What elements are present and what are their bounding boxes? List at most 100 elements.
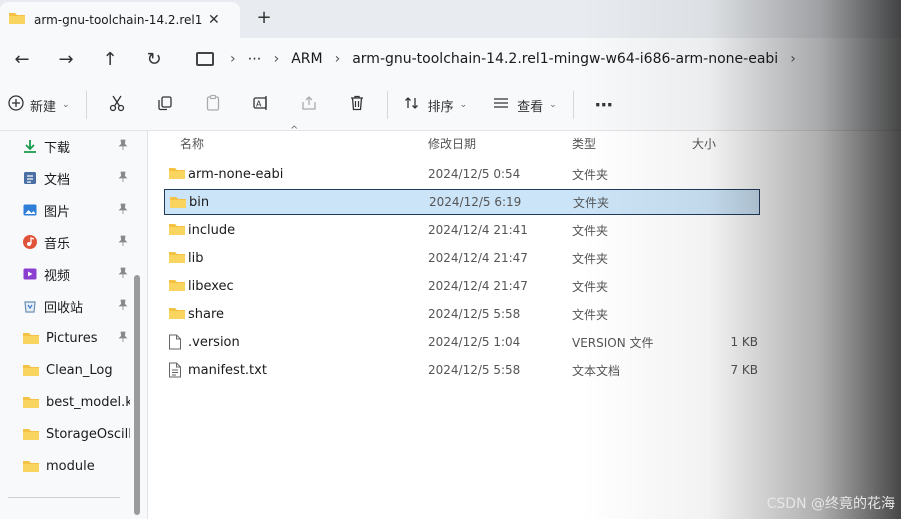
up-button[interactable]: ↑ xyxy=(88,43,132,75)
delete-button[interactable] xyxy=(333,88,381,122)
folder-icon xyxy=(8,11,26,29)
command-bar: 新建 ⌄ A 排序 ⌄ 查看 ⌄ ⋯ xyxy=(0,80,901,131)
text-file-icon xyxy=(168,362,182,382)
sidebar-item-clean-log[interactable]: Clean_Log xyxy=(22,355,134,385)
sidebar-item--[interactable]: 回收站 xyxy=(22,291,134,321)
file-date: 2024/12/4 21:47 xyxy=(428,279,528,293)
divider xyxy=(386,91,388,119)
pin-icon xyxy=(118,299,128,314)
file-date: 2024/12/5 0:54 xyxy=(428,167,521,181)
sidebar-item-label: 回收站 xyxy=(44,300,84,316)
file-size: 1 KB xyxy=(730,335,758,349)
file-row[interactable]: libexec 2024/12/4 21:47 文件夹 xyxy=(162,273,762,299)
file-row[interactable]: include 2024/12/4 21:41 文件夹 xyxy=(162,217,762,243)
chevron-right-icon[interactable]: › xyxy=(333,51,343,67)
file-row[interactable]: bin 2024/12/5 6:19 文件夹 xyxy=(164,189,760,215)
sidebar-item--[interactable]: 视频 xyxy=(22,259,134,289)
sidebar-item-label: StorageOscillo xyxy=(46,426,130,442)
sidebar-scrollbar[interactable] xyxy=(134,275,140,515)
divider xyxy=(572,91,574,119)
sidebar-item--[interactable]: 音乐 xyxy=(22,227,134,257)
file-size: 7 KB xyxy=(730,363,758,377)
file-icon xyxy=(168,334,182,354)
file-name: share xyxy=(188,306,225,322)
file-type: 文件夹 xyxy=(572,251,609,266)
chevron-down-icon: ⌄ xyxy=(549,100,557,110)
breadcrumb: › ⋯ › ARM › arm-gnu-toolchain-14.2.rel1-… xyxy=(186,51,798,67)
file-row[interactable]: manifest.txt 2024/12/5 5:58 文本文档 7 KB xyxy=(162,357,762,383)
divider xyxy=(85,91,87,119)
file-name: bin xyxy=(189,194,210,210)
breadcrumb-item-toolchain[interactable]: arm-gnu-toolchain-14.2.rel1-mingw-w64-i6… xyxy=(342,51,788,67)
file-type: 文件夹 xyxy=(573,195,610,210)
document-icon xyxy=(22,170,38,186)
sidebar-item-best-model-ke[interactable]: best_model.ke xyxy=(22,387,134,417)
clipboard-icon xyxy=(204,94,222,116)
column-header-size[interactable]: 大小 xyxy=(692,131,716,159)
file-date: 2024/12/5 5:58 xyxy=(428,307,521,321)
chevron-down-icon: ⌄ xyxy=(62,100,70,110)
file-type: 文件夹 xyxy=(572,307,609,322)
file-list: 名称 ^ 修改日期 类型 大小 arm-none-eabi 2024/12/5 0… xyxy=(148,125,901,519)
sort-button[interactable]: 排序 ⌄ xyxy=(394,88,478,122)
tab-current[interactable]: arm-gnu-toolchain-14.2.rel1-m ✕ xyxy=(0,2,240,38)
new-tab-button[interactable]: + xyxy=(252,6,276,30)
trash-icon xyxy=(348,94,366,116)
breadcrumb-more[interactable]: ⋯ xyxy=(238,51,272,67)
chevron-right-icon[interactable]: › xyxy=(788,51,798,67)
file-name: arm-none-eabi xyxy=(188,166,284,182)
watermark: CSDN @终竟的花海 xyxy=(766,496,895,512)
tab-title: arm-gnu-toolchain-14.2.rel1-m xyxy=(34,13,202,27)
more-options-button[interactable]: ⋯ xyxy=(580,88,628,122)
file-date: 2024/12/4 21:41 xyxy=(428,223,528,237)
file-name: include xyxy=(188,222,236,238)
file-date: 2024/12/4 21:47 xyxy=(428,251,528,265)
pin-icon xyxy=(118,331,128,346)
cut-button[interactable] xyxy=(93,88,141,122)
share-button[interactable] xyxy=(285,88,333,122)
sidebar-item--[interactable]: 文档 xyxy=(22,163,134,193)
folder-icon xyxy=(168,278,186,296)
new-button[interactable]: 新建 ⌄ xyxy=(0,88,80,122)
sidebar-item-storageoscillo[interactable]: StorageOscillo xyxy=(22,419,134,449)
chevron-up-icon: ^ xyxy=(290,125,299,136)
sidebar-item-label: 视频 xyxy=(44,268,71,284)
chevron-down-icon: ⌄ xyxy=(459,100,468,110)
forward-button[interactable]: → xyxy=(44,43,88,75)
divider xyxy=(8,497,120,498)
file-date: 2024/12/5 1:04 xyxy=(428,335,521,349)
sidebar-item-label: 图片 xyxy=(44,204,71,220)
sidebar-item--[interactable]: 下载 xyxy=(22,131,134,161)
column-header-type[interactable]: 类型 xyxy=(572,131,596,159)
copy-button[interactable] xyxy=(141,88,189,122)
this-pc-button[interactable] xyxy=(186,51,228,67)
folder-icon xyxy=(22,427,40,441)
breadcrumb-item-arm[interactable]: ARM xyxy=(281,51,332,67)
sort-icon xyxy=(404,95,420,115)
chevron-right-icon[interactable]: › xyxy=(272,51,282,67)
paste-button[interactable] xyxy=(189,88,237,122)
file-row[interactable]: share 2024/12/5 5:58 文件夹 xyxy=(162,301,762,327)
folder-icon xyxy=(22,395,40,409)
sidebar-item-label: module xyxy=(46,458,95,474)
file-name: .version xyxy=(188,334,240,350)
file-row[interactable]: lib 2024/12/4 21:47 文件夹 xyxy=(162,245,762,271)
column-header-date[interactable]: 修改日期 xyxy=(428,131,476,159)
column-header-name[interactable]: 名称 xyxy=(180,131,204,159)
chevron-right-icon[interactable]: › xyxy=(228,51,238,67)
rename-button[interactable]: A xyxy=(237,88,285,122)
sidebar-item-module[interactable]: module xyxy=(22,451,134,481)
sidebar-item--[interactable]: 图片 xyxy=(22,195,134,225)
file-row[interactable]: .version 2024/12/5 1:04 VERSION 文件 1 KB xyxy=(162,329,762,355)
file-type: 文件夹 xyxy=(572,279,609,294)
view-button[interactable]: 查看 ⌄ xyxy=(477,88,567,122)
file-name: manifest.txt xyxy=(188,362,267,378)
file-row[interactable]: arm-none-eabi 2024/12/5 0:54 文件夹 xyxy=(162,161,762,187)
back-button[interactable]: ← xyxy=(0,43,44,75)
folder-icon xyxy=(22,363,40,377)
file-type: 文件夹 xyxy=(572,223,609,238)
monitor-icon xyxy=(196,52,214,66)
refresh-button[interactable]: ↻ xyxy=(132,43,176,75)
close-icon[interactable]: ✕ xyxy=(208,12,220,28)
sidebar-item-pictures[interactable]: Pictures xyxy=(22,323,134,353)
